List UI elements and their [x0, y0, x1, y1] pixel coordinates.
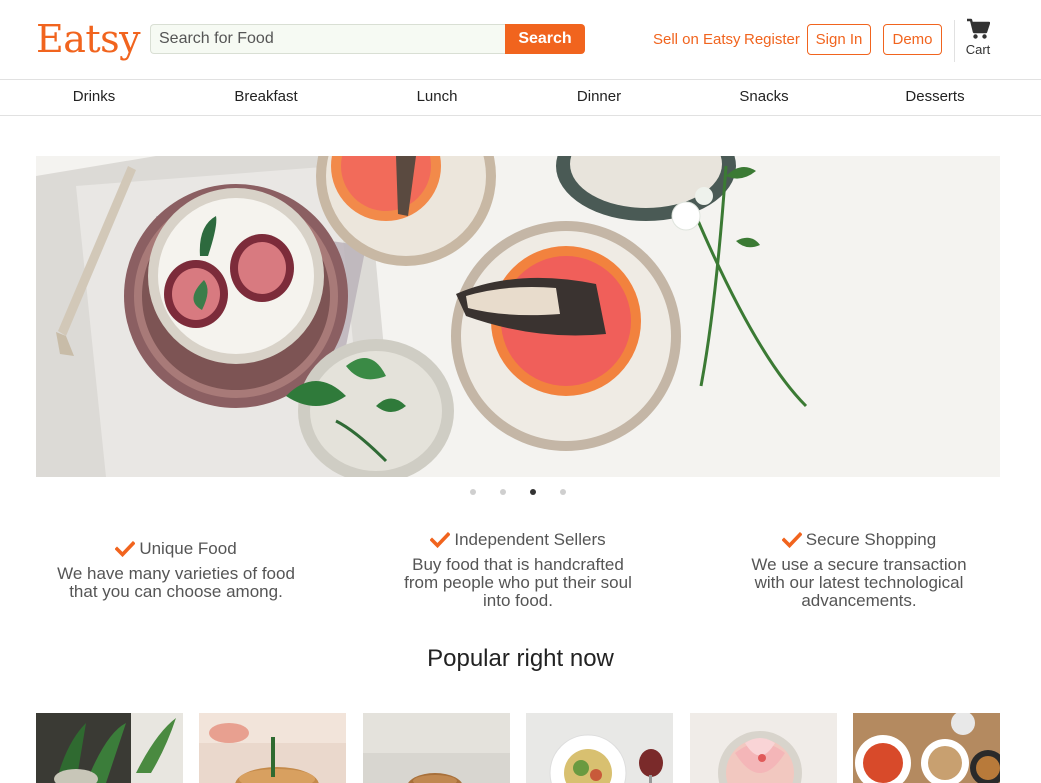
check-icon — [429, 531, 451, 553]
popular-item-5[interactable] — [690, 713, 837, 783]
carousel-dot-2[interactable] — [500, 489, 506, 495]
sign-in-button[interactable]: Sign In — [807, 24, 871, 55]
feature-title: Unique Food — [139, 539, 237, 558]
carousel-dot-1[interactable] — [470, 489, 476, 495]
search-button[interactable]: Search — [505, 24, 585, 54]
popular-item-4[interactable] — [526, 713, 673, 783]
category-snacks[interactable]: Snacks — [739, 88, 788, 105]
feature-title: Independent Sellers — [454, 530, 606, 549]
register-link[interactable]: Register — [744, 31, 800, 49]
feature-desc-line: from people who put their soul — [404, 573, 632, 592]
feature-description: We have many varieties of food that you … — [26, 565, 326, 601]
carousel-dot-3[interactable] — [530, 489, 536, 495]
category-desserts[interactable]: Desserts — [905, 88, 964, 105]
feature-description: We use a secure transaction with our lat… — [709, 556, 1009, 610]
check-icon — [114, 540, 136, 562]
category-nav: Drinks Breakfast Lunch Dinner Snacks Des… — [0, 80, 1041, 116]
category-breakfast[interactable]: Breakfast — [234, 88, 297, 105]
sell-on-eatsy-link[interactable]: Sell on Eatsy — [653, 31, 741, 49]
header-divider — [954, 20, 955, 62]
feature-desc-line: We have many varieties of food — [57, 564, 295, 583]
search-input[interactable] — [150, 24, 506, 54]
carousel-indicators — [0, 489, 1041, 499]
feature-desc-line: that you can choose among. — [69, 582, 283, 601]
demo-button[interactable]: Demo — [883, 24, 942, 55]
feature-title: Secure Shopping — [805, 530, 937, 549]
feature-secure-shopping: Secure Shopping We use a secure transact… — [709, 530, 1009, 610]
category-dinner[interactable]: Dinner — [577, 88, 621, 105]
feature-unique-food: Unique Food We have many varieties of fo… — [26, 539, 326, 601]
cart-button[interactable]: Cart — [960, 18, 996, 62]
popular-item-3[interactable] — [363, 713, 510, 783]
cart-icon — [960, 18, 996, 40]
logo[interactable]: Eatsy — [36, 16, 141, 62]
popular-item-2[interactable] — [199, 713, 346, 783]
cart-label: Cart — [965, 42, 991, 57]
carousel-dot-4[interactable] — [560, 489, 566, 495]
feature-desc-line: We use a secure transaction — [751, 555, 967, 574]
category-lunch[interactable]: Lunch — [417, 88, 458, 105]
hero-carousel-image[interactable] — [36, 156, 1000, 477]
popular-item-6[interactable] — [853, 713, 1000, 783]
category-drinks[interactable]: Drinks — [73, 88, 116, 105]
feature-description: Buy food that is handcrafted from people… — [368, 556, 668, 610]
feature-desc-line: into food. — [483, 591, 553, 610]
site-header: Eatsy Search Sell on Eatsy Register Sign… — [0, 0, 1041, 80]
popular-item-1[interactable] — [36, 713, 183, 783]
check-icon — [781, 531, 803, 553]
feature-desc-line: Buy food that is handcrafted — [412, 555, 624, 574]
feature-independent-sellers: Independent Sellers Buy food that is han… — [368, 530, 668, 610]
feature-desc-line: advancements. — [801, 591, 917, 610]
popular-section-title: Popular right now — [427, 645, 614, 672]
search-bar: Search — [150, 24, 585, 54]
feature-desc-line: with our latest technological — [754, 573, 964, 592]
